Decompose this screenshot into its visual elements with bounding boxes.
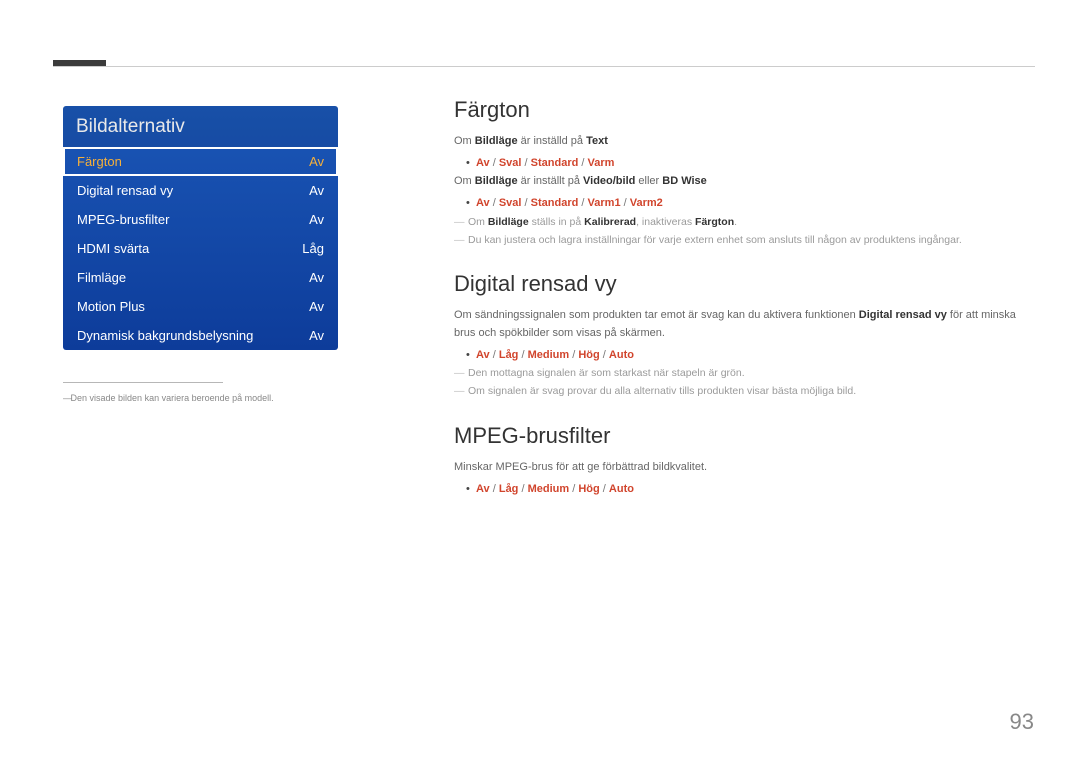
note: Om Bildläge ställs in på Kalibrerad, ina… bbox=[454, 214, 1034, 232]
text-line: Om Bildläge är inställd på Text bbox=[454, 133, 1034, 151]
menu-item-motion-plus[interactable]: Motion Plus Av bbox=[63, 292, 338, 321]
menu-item-value: Av bbox=[309, 299, 324, 314]
menu-item-value: Låg bbox=[302, 241, 324, 256]
menu-item-value: Av bbox=[309, 212, 324, 227]
menu-item-value: Av bbox=[309, 270, 324, 285]
menu-item-value: Av bbox=[309, 154, 324, 169]
option-list: Av / Låg / Medium / Hög / Auto bbox=[454, 346, 1034, 366]
menu-title: Bildalternativ bbox=[63, 106, 338, 147]
menu-item-label: Digital rensad vy bbox=[77, 183, 173, 198]
menu-item-value: Av bbox=[309, 183, 324, 198]
side-panel: Bildalternativ Färgton Av Digital rensad… bbox=[63, 106, 338, 403]
heading-mpeg: MPEG-brusfilter bbox=[454, 423, 1034, 449]
section-fargton: Färgton Om Bildläge är inställd på Text … bbox=[454, 97, 1034, 249]
menu-item-label: Filmläge bbox=[77, 270, 126, 285]
menu-item-label: Motion Plus bbox=[77, 299, 145, 314]
text-line: Om sändningssignalen som produkten tar e… bbox=[454, 307, 1034, 342]
menu-item-label: Färgton bbox=[77, 154, 122, 169]
header-rule bbox=[53, 66, 1035, 67]
menu-box: Bildalternativ Färgton Av Digital rensad… bbox=[63, 106, 338, 350]
menu-item-value: Av bbox=[309, 328, 324, 343]
note: Om signalen är svag provar du alla alter… bbox=[454, 383, 1034, 401]
page-number: 93 bbox=[1010, 709, 1034, 735]
note: Du kan justera och lagra inställningar f… bbox=[454, 232, 1034, 250]
menu-item-label: Dynamisk bakgrundsbelysning bbox=[77, 328, 253, 343]
option-list: Av / Sval / Standard / Varm bbox=[454, 154, 1034, 174]
note: Den mottagna signalen är som starkast nä… bbox=[454, 365, 1034, 383]
heading-fargton: Färgton bbox=[454, 97, 1034, 123]
menu-item-digital-rensad-vy[interactable]: Digital rensad vy Av bbox=[63, 176, 338, 205]
section-mpeg-brusfilter: MPEG-brusfilter Minskar MPEG-brus för at… bbox=[454, 423, 1034, 499]
menu-item-fargton[interactable]: Färgton Av bbox=[63, 147, 338, 176]
menu-item-label: HDMI svärta bbox=[77, 241, 149, 256]
menu-item-label: MPEG-brusfilter bbox=[77, 212, 169, 227]
menu-item-filmlage[interactable]: Filmläge Av bbox=[63, 263, 338, 292]
option-list: Av / Låg / Medium / Hög / Auto bbox=[454, 480, 1034, 500]
heading-digital: Digital rensad vy bbox=[454, 271, 1034, 297]
content: Färgton Om Bildläge är inställd på Text … bbox=[454, 97, 1034, 500]
menu-item-hdmi-svarta[interactable]: HDMI svärta Låg bbox=[63, 234, 338, 263]
text-line: Minskar MPEG-brus för att ge förbättrad … bbox=[454, 459, 1034, 477]
divider bbox=[63, 382, 223, 383]
section-digital-rensad-vy: Digital rensad vy Om sändningssignalen s… bbox=[454, 271, 1034, 401]
option-list: Av / Sval / Standard / Varm1 / Varm2 bbox=[454, 194, 1034, 214]
menu-item-dynamisk-bakgrundsbelysning[interactable]: Dynamisk bakgrundsbelysning Av bbox=[63, 321, 338, 350]
footnote: Den visade bilden kan variera beroende p… bbox=[63, 393, 338, 403]
menu-item-mpeg-brusfilter[interactable]: MPEG-brusfilter Av bbox=[63, 205, 338, 234]
text-line: Om Bildläge är inställt på Video/bild el… bbox=[454, 173, 1034, 191]
